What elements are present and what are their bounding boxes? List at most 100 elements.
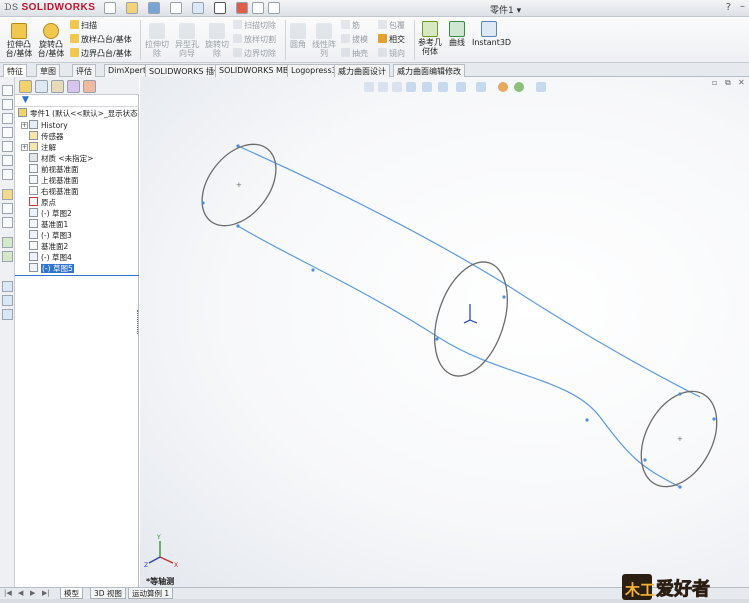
section-view-icon[interactable]: [2, 281, 13, 292]
hole-wizard-button[interactable]: 异型孔 向导: [173, 23, 201, 58]
shell-button[interactable]: 抽壳: [341, 48, 368, 59]
instant3d-button[interactable]: Instant3D: [472, 21, 511, 47]
expand-icon[interactable]: +: [21, 122, 28, 129]
draft-button[interactable]: 拔模: [341, 34, 368, 45]
sweep-button[interactable]: 扫描: [70, 20, 97, 31]
tab-evaluate[interactable]: 评估: [72, 64, 96, 77]
file-properties-icon[interactable]: [252, 2, 264, 14]
smart-dimension-icon[interactable]: [2, 203, 13, 214]
tree-item-sensors[interactable]: 传感器: [29, 131, 64, 142]
add-relation-icon[interactable]: [2, 237, 13, 248]
tree-item-sketch2[interactable]: (-) 草图2: [29, 208, 72, 219]
guide-curve-top[interactable]: [237, 145, 701, 398]
tree-item-annotations[interactable]: + 注解: [21, 142, 56, 153]
sketch-point[interactable]: [585, 418, 589, 422]
guide-curve-bottom[interactable]: [237, 225, 681, 488]
sketch-point[interactable]: [643, 458, 647, 462]
extruded-boss-button[interactable]: 拉伸凸 台/基体: [4, 23, 34, 58]
sketch-point[interactable]: [311, 268, 315, 272]
linear-pattern-button[interactable]: 线性阵 列: [311, 23, 337, 58]
boundary-boss-button[interactable]: 边界凸台/基体: [70, 48, 132, 59]
minimize-button[interactable]: –: [740, 1, 745, 12]
hide-show-icon[interactable]: [2, 309, 13, 320]
graphics-area[interactable]: ▫ ⧉ ✕ + + Y X Z *等轴测: [140, 77, 749, 587]
tree-item-top-plane[interactable]: 上视基准面: [29, 175, 79, 186]
display-relations-icon[interactable]: [2, 251, 13, 262]
sketch-point[interactable]: [678, 485, 682, 489]
isometric-view-icon[interactable]: [2, 141, 13, 152]
display-style-icon[interactable]: [2, 295, 13, 306]
sketch-point[interactable]: [201, 201, 205, 205]
sketch-point[interactable]: [678, 392, 682, 396]
tree-item-sketch4[interactable]: (-) 草图4: [29, 252, 72, 263]
tree-item-right-plane[interactable]: 右视基准面: [29, 186, 79, 197]
tree-item-sketch3[interactable]: (-) 草图3: [29, 230, 72, 241]
tab-motion-study-1[interactable]: 运动算例 1: [128, 588, 174, 599]
tree-item-plane1[interactable]: 基准面1: [29, 219, 68, 230]
last-tab-arrow[interactable]: ▶|: [42, 589, 50, 597]
tab-model[interactable]: 模型: [60, 588, 83, 599]
fillet-button[interactable]: 圆角: [287, 23, 309, 49]
right-view-icon[interactable]: [2, 127, 13, 138]
dimxpert-manager-tab-icon[interactable]: [67, 80, 80, 93]
tree-item-history[interactable]: + History: [21, 120, 68, 131]
tree-root[interactable]: 零件1 (默认<<默认>_显示状态: [18, 108, 138, 119]
front-view-icon[interactable]: [2, 99, 13, 110]
feature-manager-tab-icon[interactable]: [19, 80, 32, 93]
trimetric-view-icon[interactable]: [2, 155, 13, 166]
tab-logopress3[interactable]: Logopress3: [287, 64, 341, 77]
first-tab-arrow[interactable]: |◀: [4, 589, 12, 597]
tree-filter[interactable]: ▼: [15, 96, 139, 107]
tab-3d-views[interactable]: 3D 视图: [90, 588, 126, 599]
sketch-point[interactable]: [435, 337, 439, 341]
swept-cut-button[interactable]: 扫描切除: [233, 20, 276, 31]
curves-button[interactable]: 曲线: [446, 21, 468, 47]
configuration-manager-tab-icon[interactable]: [51, 80, 64, 93]
lofted-cut-button[interactable]: 放样切割: [233, 34, 276, 45]
new-document-icon[interactable]: [104, 2, 116, 14]
tree-item-front-plane[interactable]: 前视基准面: [29, 164, 79, 175]
sketch-point[interactable]: [502, 295, 506, 299]
tree-item-sketch5[interactable]: (-) 草图5: [29, 263, 74, 274]
view-orientation-icon[interactable]: [2, 85, 13, 96]
top-view-icon[interactable]: [2, 113, 13, 124]
display-manager-tab-icon[interactable]: [83, 80, 96, 93]
options-icon[interactable]: [268, 2, 280, 14]
rib-button[interactable]: 筋: [341, 20, 360, 31]
reference-geometry-button[interactable]: 参考几 何体: [416, 21, 444, 56]
tab-dimxpert[interactable]: DimXpert: [104, 64, 151, 77]
tab-sketch[interactable]: 草图: [36, 64, 60, 77]
tree-item-material[interactable]: 材质 <未指定>: [29, 153, 93, 164]
sketch-point[interactable]: [236, 144, 240, 148]
rebuild-icon[interactable]: [236, 2, 248, 14]
filter-icon[interactable]: ▼: [22, 96, 31, 105]
extruded-cut-button[interactable]: 拉伸切 除: [143, 23, 171, 58]
wrap-button[interactable]: 包覆: [378, 20, 405, 31]
next-tab-arrow[interactable]: ▶: [30, 589, 35, 597]
undo-icon[interactable]: [192, 2, 204, 14]
revolved-cut-button[interactable]: 旋转切 除: [203, 23, 231, 58]
tree-rollback-bar[interactable]: [15, 275, 139, 276]
line-icon[interactable]: [2, 217, 13, 228]
loft-button[interactable]: 放样凸台/基体: [70, 34, 132, 45]
profile-sketch-3[interactable]: [421, 253, 520, 386]
boundary-cut-button[interactable]: 边界切除: [233, 48, 276, 59]
help-icon[interactable]: ?: [726, 2, 731, 13]
expand-icon[interactable]: +: [21, 144, 28, 151]
tab-solidworks-addins[interactable]: SOLIDWORKS 插件: [145, 64, 226, 77]
tab-power-surfacing-design[interactable]: 威力曲面设计: [334, 64, 390, 77]
intersect-button[interactable]: 相交: [378, 34, 405, 45]
tab-features[interactable]: 特征: [3, 64, 27, 77]
revolved-boss-button[interactable]: 旋转凸 台/基体: [36, 23, 66, 58]
sketch-point[interactable]: [236, 224, 240, 228]
sketch-point[interactable]: [712, 417, 716, 421]
tree-item-origin[interactable]: 原点: [29, 197, 56, 208]
save-icon[interactable]: [148, 2, 160, 14]
print-icon[interactable]: [170, 2, 182, 14]
mirror-button[interactable]: 镜向: [378, 48, 405, 59]
property-manager-tab-icon[interactable]: [35, 80, 48, 93]
select-icon[interactable]: [214, 2, 226, 14]
tree-item-plane2[interactable]: 基准面2: [29, 241, 68, 252]
tab-power-surfacing-edit[interactable]: 威力曲面编辑修改: [393, 64, 465, 77]
sketch-tool-icon[interactable]: [2, 189, 13, 200]
